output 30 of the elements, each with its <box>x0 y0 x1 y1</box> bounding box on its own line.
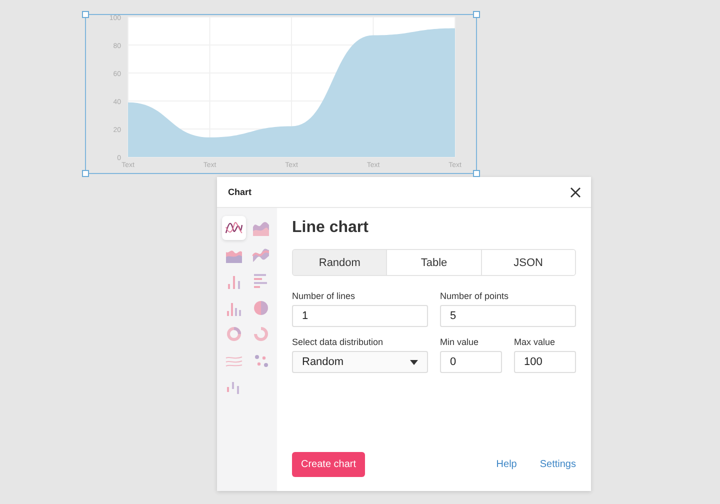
distribution-dropdown[interactable]: Random <box>292 351 428 373</box>
stream-chart-icon <box>252 246 270 264</box>
field-label: Min value <box>440 337 480 347</box>
resize-handle[interactable] <box>82 11 89 18</box>
dialog-title: Chart <box>228 187 252 197</box>
half-donut-chart-icon <box>252 325 270 343</box>
data-source-tab[interactable]: Random <box>293 250 386 275</box>
chart-type-heading: Line chart <box>292 219 370 238</box>
field-label: Select data distribution <box>292 337 384 347</box>
resize-handle[interactable] <box>473 170 480 177</box>
field-label: Max value <box>514 337 556 347</box>
line-chart-button[interactable] <box>222 216 246 240</box>
lines-input[interactable]: 1 <box>292 305 428 327</box>
pie-chart-icon <box>252 298 270 316</box>
resize-handle[interactable] <box>473 11 480 18</box>
field-label: Number of points <box>440 291 510 301</box>
data-source-tab[interactable]: JSON <box>480 250 575 275</box>
create-chart-button[interactable]: Create chart <box>292 452 366 477</box>
footer-link[interactable]: Settings <box>540 459 576 470</box>
points-input[interactable]: 5 <box>440 305 576 327</box>
min-value-input[interactable]: 0 <box>440 351 502 373</box>
max-value-input[interactable]: 100 <box>514 351 576 373</box>
close-icon[interactable] <box>570 186 581 198</box>
area-chart-icon <box>252 219 270 237</box>
field-label: Number of lines <box>292 291 356 301</box>
hbar-chart-icon <box>252 272 270 290</box>
footer-link[interactable]: Help <box>496 459 517 470</box>
caret-icon <box>410 360 418 364</box>
resize-handle[interactable] <box>82 170 89 177</box>
donut-chart-icon <box>225 325 243 343</box>
